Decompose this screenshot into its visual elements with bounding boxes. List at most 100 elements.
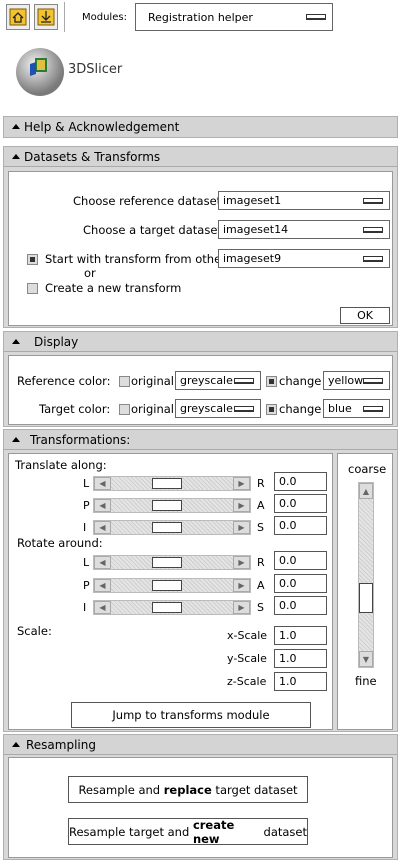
create-new-transform-checkbox[interactable]	[27, 283, 38, 294]
rotate-right-axis-label: S	[257, 601, 264, 614]
resampling-section: Resampling Resample and replace target d…	[3, 734, 398, 860]
toolbar-divider	[64, 2, 65, 32]
slicer-logo	[10, 38, 72, 102]
logo-text: 3DSlicer	[68, 62, 123, 77]
collapse-triangle-icon	[12, 124, 20, 129]
transformations-section: Transformations: Translate along: L ◀ ▶ R 0.…	[3, 429, 398, 732]
reference-dataset-value: imageset1	[223, 194, 282, 207]
translate-value-entry[interactable]: 0.0	[274, 472, 327, 491]
start-transform-menu[interactable]: imageset9	[218, 249, 390, 268]
rotate-slider-left-arrow-icon[interactable]: ◀	[94, 556, 111, 569]
start-with-transform-checkbox[interactable]	[27, 254, 38, 265]
resample-create-pre: Resample target and	[69, 824, 193, 839]
translate-slider[interactable]: ◀ ▶	[93, 476, 251, 491]
rotate-slider-thumb[interactable]	[152, 602, 182, 613]
rotate-value-entry[interactable]: 0.0	[274, 596, 327, 615]
rotate-value-entry[interactable]: 0.0	[274, 551, 327, 570]
rotate-slider[interactable]: ◀ ▶	[93, 600, 251, 615]
reference-original-label: original	[131, 374, 174, 388]
translate-value-entry[interactable]: 0.0	[274, 516, 327, 535]
rotate-slider-thumb[interactable]	[152, 557, 182, 568]
target-original-menu[interactable]: greyscale	[175, 399, 261, 418]
translate-slider-thumb[interactable]	[152, 500, 182, 511]
step-size-slider[interactable]: ▲ ▼	[358, 482, 374, 668]
display-panel: Reference color: original greyscale chan…	[8, 355, 393, 425]
translate-slider-thumb[interactable]	[152, 522, 182, 533]
translate-right-axis-label: A	[257, 499, 265, 512]
datasets-section-header[interactable]: Datasets & Transforms	[4, 147, 397, 167]
step-size-thumb[interactable]	[359, 583, 373, 613]
save-button[interactable]	[34, 4, 58, 30]
display-section-header[interactable]: Display	[4, 332, 397, 352]
target-dataset-menu[interactable]: imageset14	[218, 220, 390, 239]
menu-indicator-icon	[363, 226, 383, 233]
translate-slider-right-arrow-icon[interactable]: ▶	[233, 521, 250, 534]
target-change-checkbox[interactable]	[266, 404, 277, 415]
scale-value-entry[interactable]: 1.0	[274, 626, 327, 645]
slicer-logo-icon	[16, 48, 64, 96]
transform-controls-panel: Translate along: L ◀ ▶ R 0.0 P ◀ ▶ A 0.0 I ◀ ▶ S 0.0 R…	[8, 453, 333, 730]
rotate-left-axis-label: P	[83, 579, 90, 592]
start-with-transform-label: Start with transform from other:	[45, 252, 230, 266]
reference-change-menu[interactable]: yellow	[323, 371, 390, 390]
translate-right-axis-label: S	[257, 521, 264, 534]
menu-indicator-icon	[234, 405, 254, 412]
rotate-slider-right-arrow-icon[interactable]: ▶	[233, 601, 250, 614]
reference-original-menu[interactable]: greyscale	[175, 371, 261, 390]
help-section-header[interactable]: Help & Acknowledgement	[4, 117, 397, 137]
translate-slider-right-arrow-icon[interactable]: ▶	[233, 499, 250, 512]
rotate-slider-left-arrow-icon[interactable]: ◀	[94, 601, 111, 614]
modules-label: Modules:	[82, 12, 127, 23]
resample-create-post: dataset	[259, 824, 308, 839]
scale-axis-label: z-Scale	[227, 675, 267, 688]
rotate-slider-right-arrow-icon[interactable]: ▶	[233, 579, 250, 592]
rotate-value-entry[interactable]: 0.0	[274, 574, 327, 593]
translate-slider-left-arrow-icon[interactable]: ◀	[94, 499, 111, 512]
translate-value-entry[interactable]: 0.0	[274, 494, 327, 513]
translate-slider[interactable]: ◀ ▶	[93, 498, 251, 513]
transformations-section-header[interactable]: Transformations:	[4, 430, 397, 450]
translate-along-label: Translate along:	[15, 458, 107, 472]
reference-original-value: greyscale	[180, 374, 233, 387]
menu-indicator-icon	[363, 255, 383, 262]
resample-create-new-button[interactable]: Resample target and create new dataset	[68, 818, 308, 846]
rotate-slider-thumb[interactable]	[152, 580, 182, 591]
target-original-checkbox[interactable]	[119, 404, 130, 415]
help-section-title: Help & Acknowledgement	[24, 120, 180, 134]
home-button[interactable]	[6, 4, 30, 30]
modules-menu-value: Registration helper	[148, 10, 253, 24]
rotate-slider-left-arrow-icon[interactable]: ◀	[94, 579, 111, 592]
jump-to-transforms-button[interactable]: Jump to transforms module	[71, 702, 311, 728]
rotate-slider-right-arrow-icon[interactable]: ▶	[233, 556, 250, 569]
resampling-panel: Resample and replace target dataset Resa…	[8, 757, 393, 858]
home-icon	[9, 8, 27, 26]
target-change-menu[interactable]: blue	[323, 399, 390, 418]
reference-dataset-menu[interactable]: imageset1	[218, 191, 390, 210]
help-section[interactable]: Help & Acknowledgement	[3, 116, 398, 138]
translate-slider-left-arrow-icon[interactable]: ◀	[94, 521, 111, 534]
scale-value-entry[interactable]: 1.0	[274, 649, 327, 668]
resampling-section-header[interactable]: Resampling	[4, 735, 397, 755]
reference-dataset-label: Choose reference dataset:	[73, 194, 226, 208]
rotate-slider[interactable]: ◀ ▶	[93, 555, 251, 570]
scale-value-entry[interactable]: 1.0	[274, 672, 327, 691]
rotate-slider[interactable]: ◀ ▶	[93, 578, 251, 593]
reference-change-checkbox[interactable]	[266, 376, 277, 387]
transformations-section-title: Transformations:	[30, 432, 131, 447]
resample-replace-bold: replace	[163, 782, 212, 797]
translate-slider-thumb[interactable]	[152, 478, 182, 489]
target-original-label: original	[131, 402, 174, 416]
rotate-right-axis-label: R	[257, 556, 265, 569]
modules-menu[interactable]: Registration helper	[135, 3, 333, 31]
resample-replace-button[interactable]: Resample and replace target dataset	[68, 776, 308, 803]
ok-button[interactable]: OK	[340, 307, 390, 324]
reference-original-checkbox[interactable]	[119, 376, 130, 387]
up-arrow-icon[interactable]: ▲	[359, 483, 373, 499]
datasets-section-title: Datasets & Transforms	[24, 149, 161, 164]
display-section-title: Display	[34, 334, 79, 349]
translate-slider[interactable]: ◀ ▶	[93, 520, 251, 535]
translate-slider-right-arrow-icon[interactable]: ▶	[233, 477, 250, 490]
translate-slider-left-arrow-icon[interactable]: ◀	[94, 477, 111, 490]
down-arrow-icon[interactable]: ▼	[359, 651, 373, 667]
target-dataset-label: Choose a target dataset:	[83, 223, 226, 237]
